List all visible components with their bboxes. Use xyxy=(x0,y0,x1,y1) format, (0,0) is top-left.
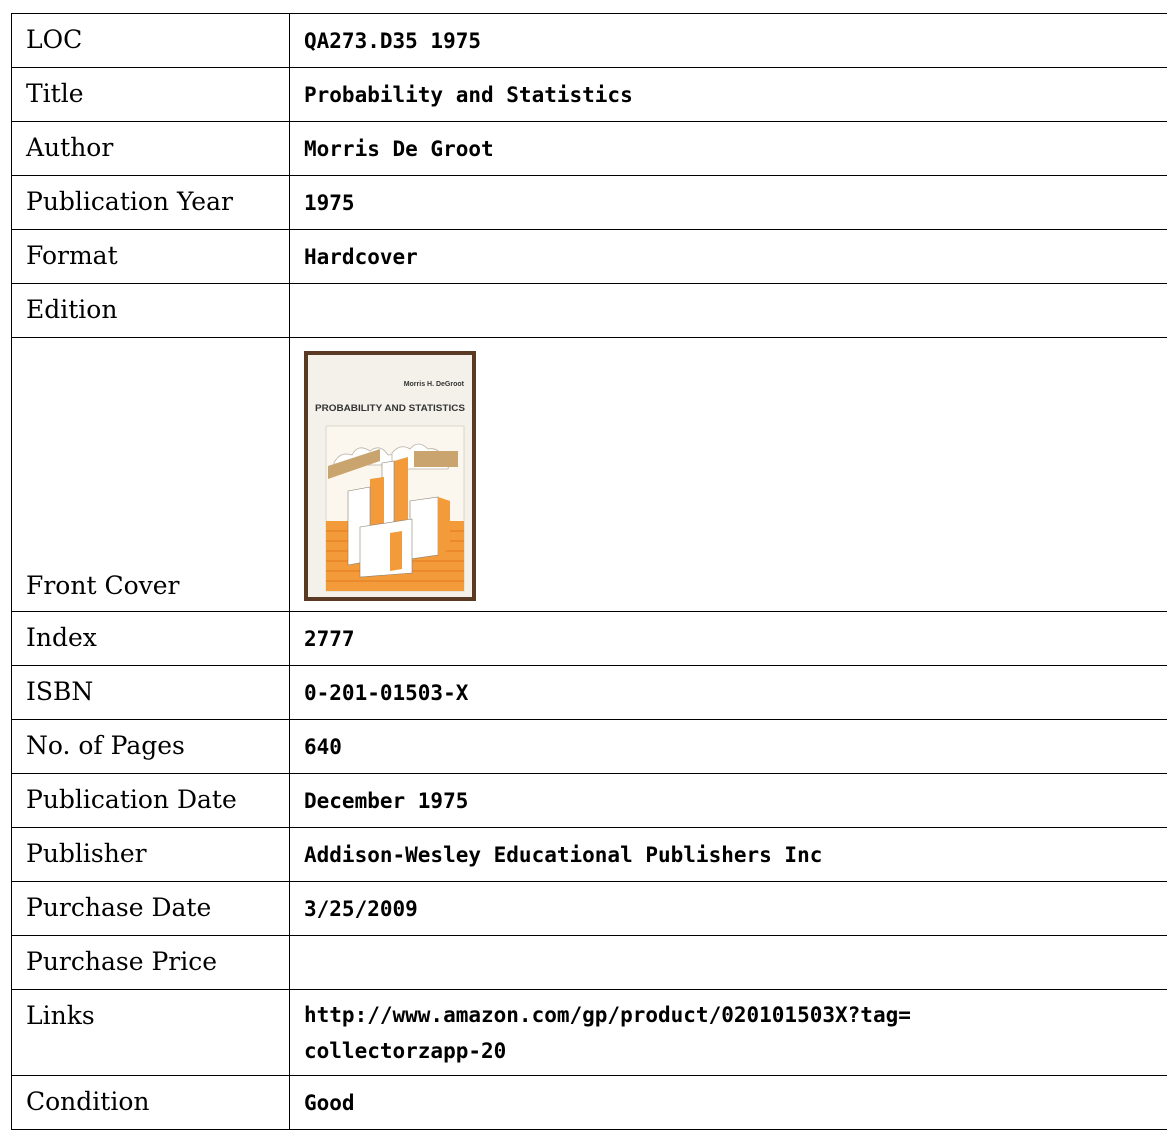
value-edition: ​ xyxy=(290,284,1167,338)
cover-author-text: Morris H. DeGroot xyxy=(404,381,465,388)
label-index: Index xyxy=(12,612,290,666)
value-purchase-date: 3/25/2009 xyxy=(290,882,1167,936)
label-format: Format xyxy=(12,230,290,284)
value-publication-date: December 1975 xyxy=(290,774,1167,828)
label-isbn: ISBN xyxy=(12,666,290,720)
row-title: Title Probability and Statistics xyxy=(12,68,1167,122)
label-author: Author xyxy=(12,122,290,176)
value-isbn: 0-201-01503-X xyxy=(290,666,1167,720)
value-format: Hardcover xyxy=(290,230,1167,284)
cover-block-orange-3 xyxy=(390,531,402,571)
label-publication-date: Publication Date xyxy=(12,774,290,828)
label-condition: Condition xyxy=(12,1076,290,1130)
row-publisher: Publisher Addison-Wesley Educational Pub… xyxy=(12,828,1167,882)
value-author: Morris De Groot xyxy=(290,122,1167,176)
value-index: 2777 xyxy=(290,612,1167,666)
value-publisher: Addison-Wesley Educational Publishers In… xyxy=(290,828,1167,882)
amazon-link-line-2[interactable]: collectorzapp-20 xyxy=(304,1039,506,1063)
row-format: Format Hardcover xyxy=(12,230,1167,284)
label-publication-year: Publication Year xyxy=(12,176,290,230)
row-isbn: ISBN 0-201-01503-X xyxy=(12,666,1167,720)
cover-title-text: PROBABILITY AND STATISTICS xyxy=(315,403,465,413)
row-condition: Condition Good xyxy=(12,1076,1167,1130)
label-front-cover: Front Cover xyxy=(12,338,290,612)
row-loc: LOC QA273.D35 1975 xyxy=(12,14,1167,68)
book-details-table: LOC QA273.D35 1975 Title Probability and… xyxy=(11,13,1167,1130)
value-pages: 640 xyxy=(290,720,1167,774)
label-publisher: Publisher xyxy=(12,828,290,882)
cover-tower-orange xyxy=(394,457,408,523)
value-title: Probability and Statistics xyxy=(290,68,1167,122)
value-front-cover: Morris H. DeGroot PROBABILITY AND STATIS… xyxy=(290,338,1167,612)
value-loc: QA273.D35 1975 xyxy=(290,14,1167,68)
row-author: Author Morris De Groot xyxy=(12,122,1167,176)
row-links: Links http://www.amazon.com/gp/product/0… xyxy=(12,990,1167,1076)
cover-block-orange-2 xyxy=(438,497,450,555)
label-purchase-price: Purchase Price xyxy=(12,936,290,990)
front-cover-image[interactable]: Morris H. DeGroot PROBABILITY AND STATIS… xyxy=(304,351,476,601)
label-links: Links xyxy=(12,990,290,1076)
label-edition: Edition xyxy=(12,284,290,338)
row-publication-year: Publication Year 1975 xyxy=(12,176,1167,230)
label-title: Title xyxy=(12,68,290,122)
cover-block-white-3 xyxy=(360,519,412,577)
cover-roof-band-right xyxy=(414,451,458,467)
cover-block-white-2 xyxy=(410,497,438,559)
value-purchase-price: ​ xyxy=(290,936,1167,990)
value-links: http://www.amazon.com/gp/product/0201015… xyxy=(290,990,1167,1076)
amazon-link-line-1[interactable]: http://www.amazon.com/gp/product/0201015… xyxy=(304,1003,911,1027)
row-purchase-price: Purchase Price ​ xyxy=(12,936,1167,990)
row-index: Index 2777 xyxy=(12,612,1167,666)
row-edition: Edition ​ xyxy=(12,284,1167,338)
row-publication-date: Publication Date December 1975 xyxy=(12,774,1167,828)
value-condition: Good xyxy=(290,1076,1167,1130)
value-publication-year: 1975 xyxy=(290,176,1167,230)
row-pages: No. of Pages 640 xyxy=(12,720,1167,774)
label-pages: No. of Pages xyxy=(12,720,290,774)
row-purchase-date: Purchase Date 3/25/2009 xyxy=(12,882,1167,936)
label-purchase-date: Purchase Date xyxy=(12,882,290,936)
label-loc: LOC xyxy=(12,14,290,68)
row-front-cover: Front Cover Morris H. DeGroot PROBABILIT… xyxy=(12,338,1167,612)
